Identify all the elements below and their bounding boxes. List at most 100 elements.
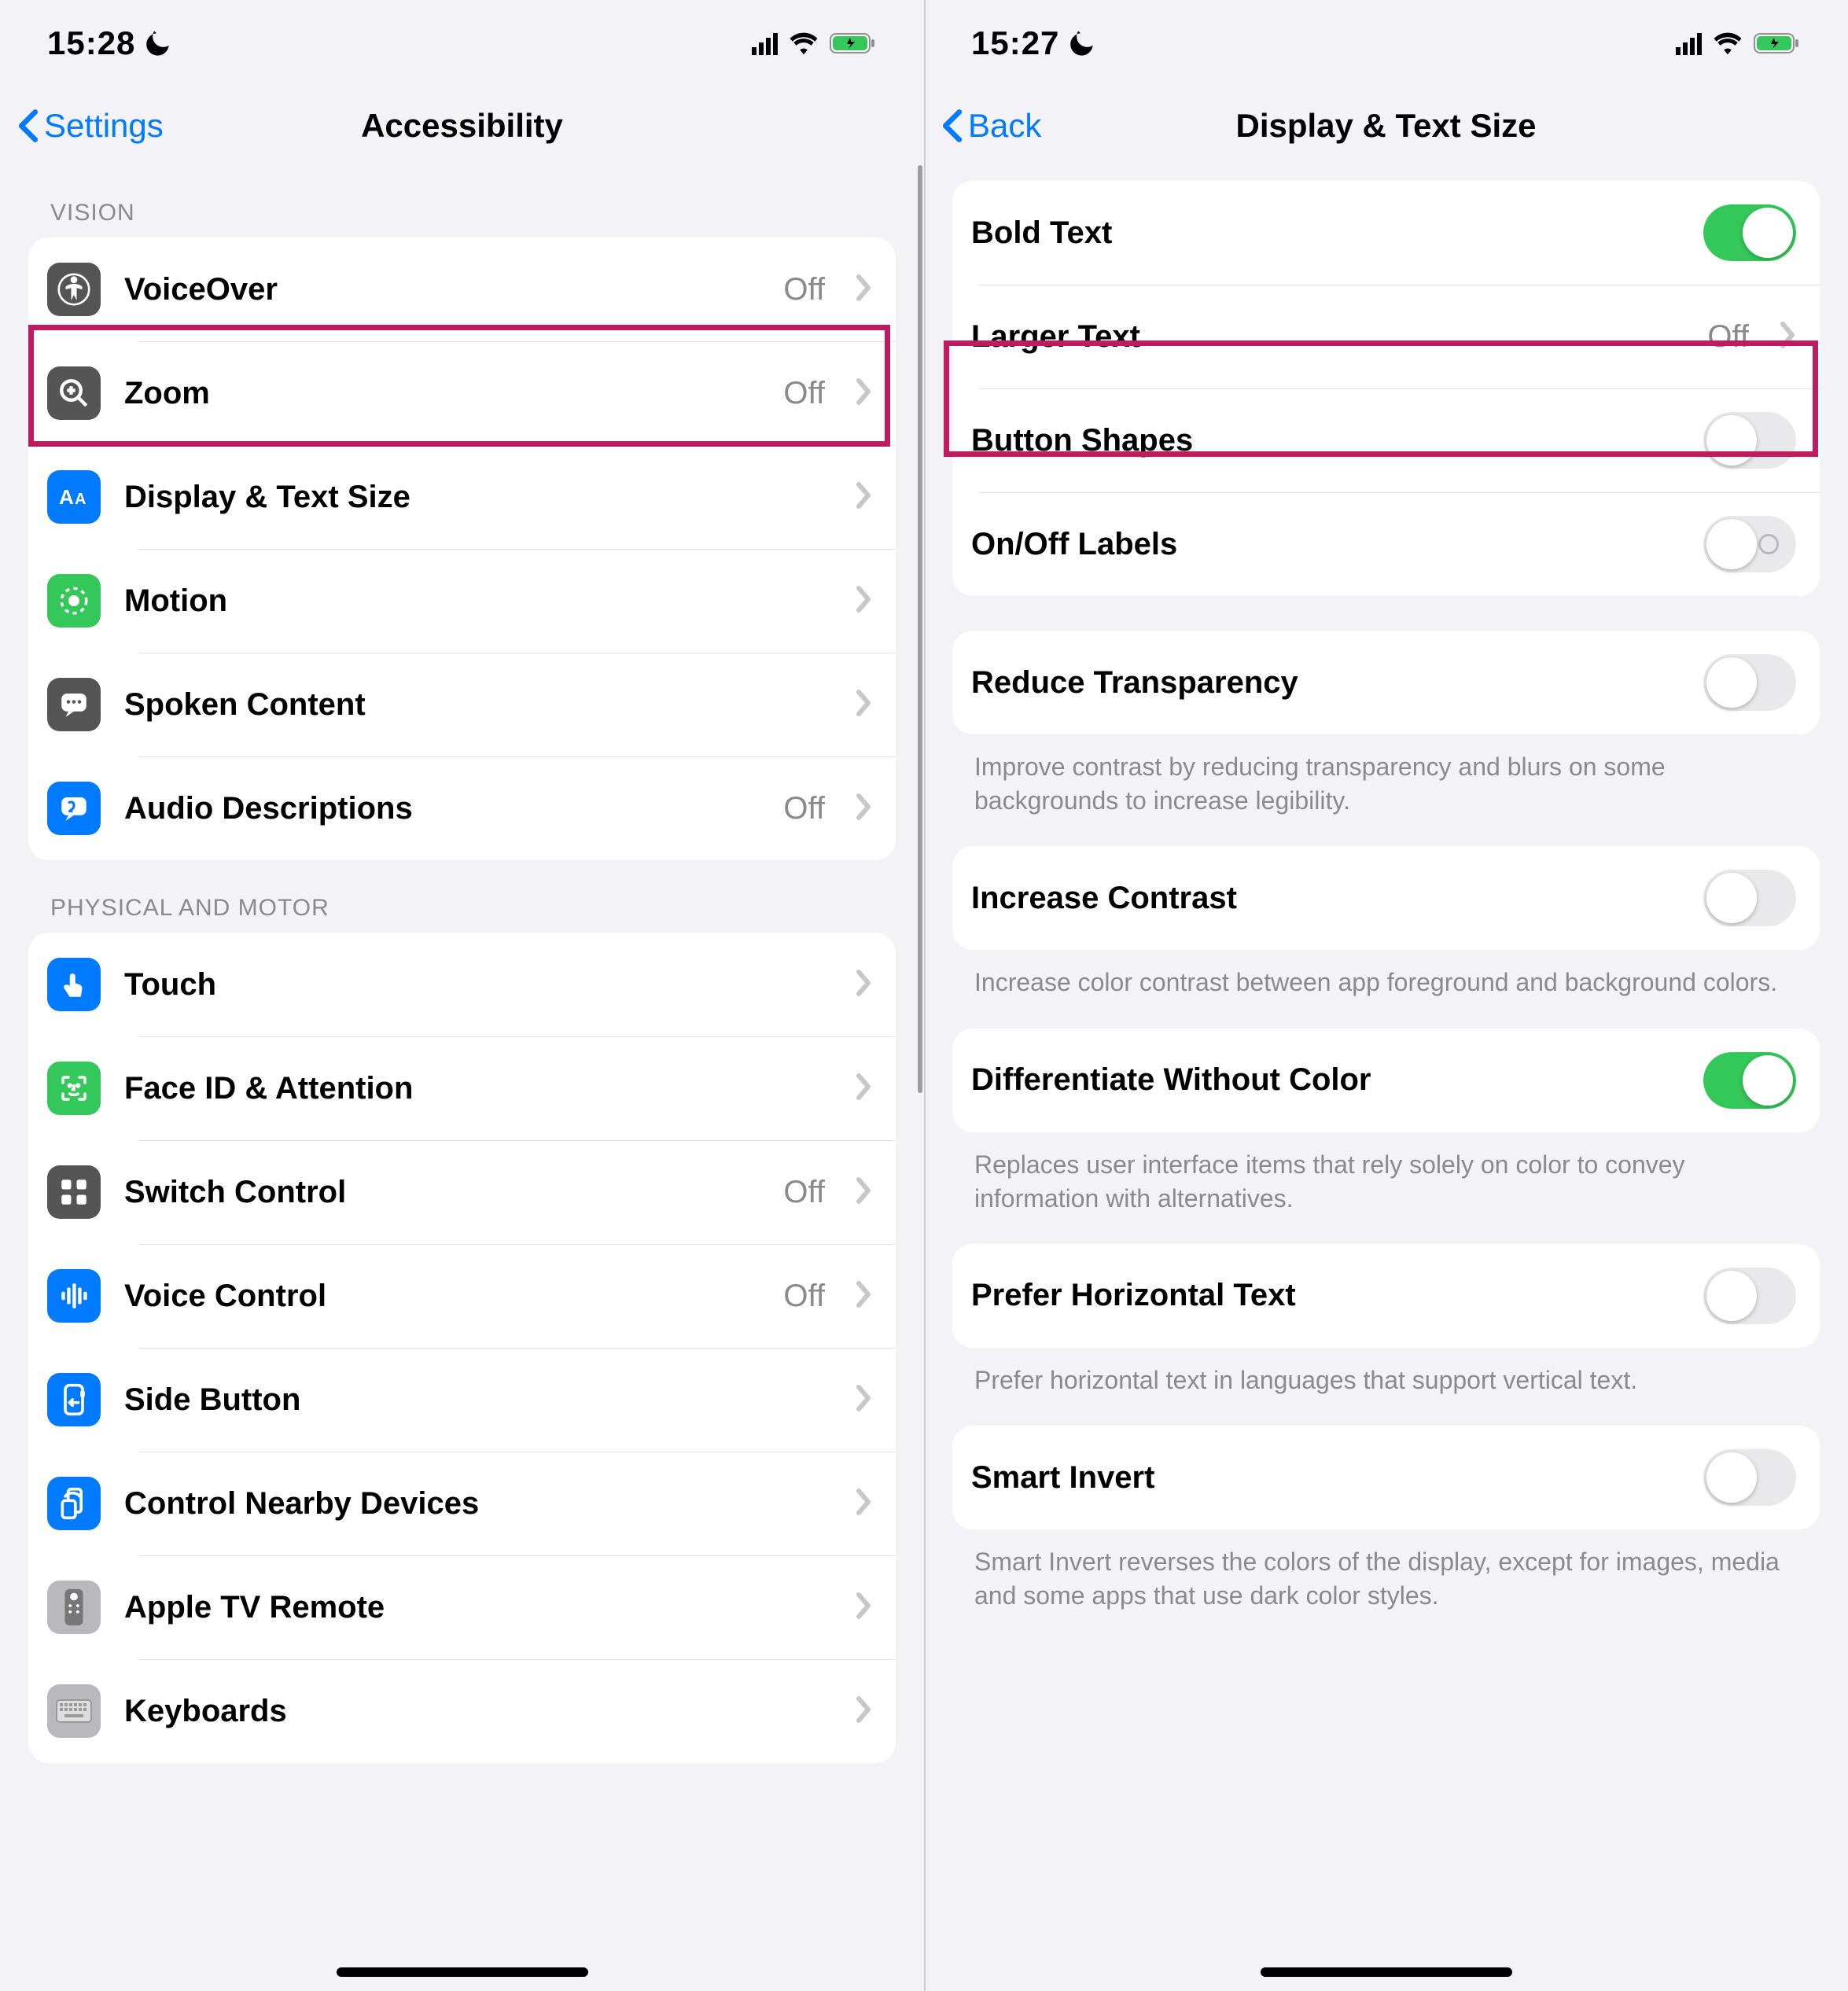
wifi-icon bbox=[1713, 31, 1743, 55]
nearby-icon bbox=[47, 1477, 101, 1530]
chevron-right-icon bbox=[855, 793, 872, 825]
toggle-bold-text[interactable] bbox=[1703, 204, 1796, 261]
status-time: 15:27 bbox=[971, 24, 1094, 62]
chevron-right-icon bbox=[855, 274, 872, 306]
toggle-prefer-horizontal-text[interactable] bbox=[1703, 1268, 1796, 1324]
row-motion[interactable]: Motion bbox=[28, 549, 896, 653]
row-value: Off bbox=[783, 1175, 825, 1210]
sidebtn-icon bbox=[47, 1373, 101, 1426]
row-faceid[interactable]: Face ID & Attention bbox=[28, 1036, 896, 1140]
home-indicator[interactable] bbox=[1261, 1967, 1512, 1977]
scrollbar[interactable] bbox=[918, 165, 922, 1093]
row-label: Keyboards bbox=[124, 1694, 831, 1729]
row-label: Voice Control bbox=[124, 1279, 760, 1314]
voiceover-icon bbox=[47, 263, 101, 316]
toggle-differentiate-without-color[interactable] bbox=[1703, 1052, 1796, 1109]
wifi-icon bbox=[789, 31, 819, 55]
toggle-reduce-transparency[interactable] bbox=[1703, 654, 1796, 711]
row-differentiate-without-color[interactable]: Differentiate Without Color bbox=[952, 1029, 1820, 1132]
settings-group: Reduce Transparency bbox=[952, 631, 1820, 734]
status-bar: 15:27 bbox=[924, 0, 1848, 86]
row-on-off-labels[interactable]: On/Off Labels bbox=[952, 492, 1820, 596]
row-label: Differentiate Without Color bbox=[971, 1062, 1680, 1098]
chevron-right-icon bbox=[855, 1176, 872, 1209]
row-larger-text[interactable]: Larger TextOff bbox=[952, 285, 1820, 388]
row-label: Audio Descriptions bbox=[124, 791, 760, 826]
row-touch[interactable]: Touch bbox=[28, 933, 896, 1036]
chevron-right-icon bbox=[855, 1695, 872, 1728]
row-label: Button Shapes bbox=[971, 423, 1680, 458]
scroll-area[interactable]: VISION VoiceOver Off Zoom Off AA Display… bbox=[0, 165, 924, 1991]
chevron-left-icon bbox=[16, 109, 41, 143]
back-button[interactable]: Settings bbox=[16, 107, 164, 145]
motion-icon bbox=[47, 574, 101, 627]
row-label: Apple TV Remote bbox=[124, 1590, 831, 1625]
toggle-increase-contrast[interactable] bbox=[1703, 870, 1796, 926]
row-value: Off bbox=[783, 272, 825, 307]
settings-group: Prefer Horizontal Text bbox=[952, 1244, 1820, 1348]
toggle-button-shapes[interactable] bbox=[1703, 412, 1796, 469]
row-label: Smart Invert bbox=[971, 1460, 1680, 1496]
row-label: Side Button bbox=[124, 1382, 831, 1418]
row-voicectrl[interactable]: Voice Control Off bbox=[28, 1244, 896, 1348]
section-footer: Prefer horizontal text in languages that… bbox=[974, 1364, 1798, 1397]
chevron-right-icon bbox=[855, 585, 872, 617]
chevron-right-icon bbox=[855, 969, 872, 1001]
svg-text:A: A bbox=[59, 485, 74, 509]
textsize-icon: AA bbox=[47, 470, 101, 524]
status-time: 15:28 bbox=[47, 24, 170, 62]
phone-accessibility: 15:28 Settings Accessibility bbox=[0, 0, 924, 1991]
row-bold-text[interactable]: Bold Text bbox=[952, 181, 1820, 285]
svg-text:A: A bbox=[75, 491, 86, 508]
toggle-on-off-labels[interactable] bbox=[1703, 516, 1796, 572]
chevron-right-icon bbox=[855, 689, 872, 721]
row-label: Face ID & Attention bbox=[124, 1071, 831, 1106]
row-sidebtn[interactable]: Side Button bbox=[28, 1348, 896, 1452]
toggle-smart-invert[interactable] bbox=[1703, 1449, 1796, 1506]
row-nearby[interactable]: Control Nearby Devices bbox=[28, 1452, 896, 1555]
row-value: Off bbox=[783, 376, 825, 411]
battery-icon bbox=[830, 31, 877, 55]
section-header: VISION bbox=[50, 200, 896, 226]
row-label: Motion bbox=[124, 583, 831, 619]
chevron-right-icon bbox=[855, 481, 872, 513]
row-label: Prefer Horizontal Text bbox=[971, 1278, 1680, 1313]
row-audio[interactable]: Audio Descriptions Off bbox=[28, 756, 896, 860]
row-spoken[interactable]: Spoken Content bbox=[28, 653, 896, 756]
row-value: Off bbox=[783, 791, 825, 826]
settings-group: Smart Invert bbox=[952, 1426, 1820, 1529]
row-increase-contrast[interactable]: Increase Contrast bbox=[952, 846, 1820, 950]
section-footer: Smart Invert reverses the colors of the … bbox=[974, 1545, 1798, 1613]
chevron-right-icon bbox=[855, 1592, 872, 1624]
row-textsize[interactable]: AA Display & Text Size bbox=[28, 445, 896, 549]
settings-group: Increase Contrast bbox=[952, 846, 1820, 950]
settings-group: VoiceOver Off Zoom Off AA Display & Text… bbox=[28, 237, 896, 860]
row-tvremote[interactable]: Apple TV Remote bbox=[28, 1555, 896, 1659]
row-label: Zoom bbox=[124, 376, 760, 411]
home-indicator[interactable] bbox=[337, 1967, 588, 1977]
row-zoom[interactable]: Zoom Off bbox=[28, 341, 896, 445]
row-label: VoiceOver bbox=[124, 272, 760, 307]
signal-icon bbox=[1676, 31, 1702, 55]
row-switch[interactable]: Switch Control Off bbox=[28, 1140, 896, 1244]
section-footer: Improve contrast by reducing transparenc… bbox=[974, 750, 1798, 818]
status-bar: 15:28 bbox=[0, 0, 924, 86]
row-reduce-transparency[interactable]: Reduce Transparency bbox=[952, 631, 1820, 734]
back-button[interactable]: Back bbox=[940, 107, 1041, 145]
row-smart-invert[interactable]: Smart Invert bbox=[952, 1426, 1820, 1529]
tvremote-icon bbox=[47, 1581, 101, 1634]
row-prefer-horizontal-text[interactable]: Prefer Horizontal Text bbox=[952, 1244, 1820, 1348]
chevron-right-icon bbox=[1779, 321, 1796, 353]
scroll-area[interactable]: Bold Text Larger TextOff Button Shapes O… bbox=[924, 165, 1848, 1991]
faceid-icon bbox=[47, 1062, 101, 1115]
chevron-right-icon bbox=[855, 377, 872, 410]
row-value: Off bbox=[783, 1279, 825, 1314]
row-button-shapes[interactable]: Button Shapes bbox=[952, 388, 1820, 492]
row-label: Spoken Content bbox=[124, 687, 831, 723]
spoken-icon bbox=[47, 678, 101, 731]
row-label: Control Nearby Devices bbox=[124, 1486, 831, 1522]
signal-icon bbox=[752, 31, 778, 55]
row-voiceover[interactable]: VoiceOver Off bbox=[28, 237, 896, 341]
row-keyboard[interactable]: Keyboards bbox=[28, 1659, 896, 1763]
voicectrl-icon bbox=[47, 1269, 101, 1323]
